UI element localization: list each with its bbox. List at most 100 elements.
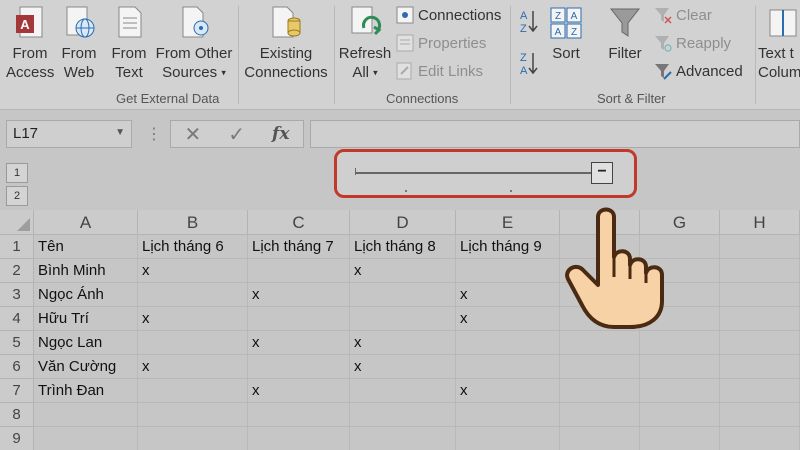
cell[interactable] [350, 283, 456, 307]
cell[interactable] [350, 307, 456, 331]
cell[interactable] [560, 355, 640, 379]
cell[interactable] [560, 403, 640, 427]
formula-input[interactable] [310, 120, 800, 148]
cell[interactable] [640, 379, 720, 403]
cell[interactable] [138, 379, 248, 403]
from-web-button[interactable]: From Web [56, 6, 102, 82]
cell[interactable]: x [456, 283, 560, 307]
cell[interactable]: Lịch tháng 7 [248, 235, 350, 259]
formula-bar-grip-icon[interactable]: ⋮ [146, 124, 162, 144]
cell[interactable]: x [248, 283, 350, 307]
cell[interactable] [720, 331, 800, 355]
row-header-4[interactable]: 4 [0, 307, 34, 331]
cell[interactable] [248, 427, 350, 450]
filter-button[interactable]: Filter [604, 6, 646, 63]
edit-links-button[interactable]: Edit Links [396, 62, 483, 80]
cell[interactable] [640, 355, 720, 379]
cell[interactable]: Tên [34, 235, 138, 259]
refresh-all-button[interactable]: Refresh All ▾ [336, 6, 394, 83]
cell[interactable]: Ngọc Lan [34, 331, 138, 355]
cell[interactable]: x [350, 355, 456, 379]
cell[interactable] [350, 427, 456, 450]
cell[interactable] [138, 283, 248, 307]
cell[interactable]: Văn Cường [34, 355, 138, 379]
row-header-8[interactable]: 8 [0, 403, 34, 427]
cell[interactable] [456, 403, 560, 427]
outline-level-1-button[interactable]: 1 [6, 163, 28, 183]
row-header-5[interactable]: 5 [0, 331, 34, 355]
cell[interactable]: x [138, 355, 248, 379]
column-header-c[interactable]: C [248, 210, 350, 235]
properties-button[interactable]: Properties [396, 34, 486, 52]
sort-z-to-a-button[interactable]: Z A [518, 50, 540, 76]
column-header-b[interactable]: B [138, 210, 248, 235]
cell[interactable] [248, 259, 350, 283]
cell[interactable] [138, 427, 248, 450]
cell[interactable] [456, 259, 560, 283]
cell[interactable]: x [248, 379, 350, 403]
cell[interactable]: x [138, 307, 248, 331]
cell[interactable] [138, 331, 248, 355]
row-header-3[interactable]: 3 [0, 283, 34, 307]
advanced-filter-button[interactable]: Advanced [654, 62, 743, 80]
outline-level-2-button[interactable]: 2 [6, 186, 28, 206]
enter-check-icon[interactable]: ✓ [228, 122, 245, 147]
cell[interactable]: Lịch tháng 8 [350, 235, 456, 259]
row-header-9[interactable]: 9 [0, 427, 34, 450]
cell[interactable] [560, 331, 640, 355]
cell[interactable]: x [350, 259, 456, 283]
name-box[interactable]: L17 ▼ [6, 120, 132, 148]
cell[interactable] [34, 403, 138, 427]
row-header-6[interactable]: 6 [0, 355, 34, 379]
column-header-a[interactable]: A [34, 210, 138, 235]
cell[interactable]: x [350, 331, 456, 355]
connections-button[interactable]: Connections [396, 6, 501, 24]
cell[interactable] [720, 379, 800, 403]
cell[interactable] [720, 259, 800, 283]
cell[interactable] [720, 235, 800, 259]
sort-button[interactable]: Z A A Z Sort [546, 6, 586, 63]
text-to-columns-button[interactable]: Text t Colum [758, 6, 800, 82]
row-header-7[interactable]: 7 [0, 379, 34, 403]
cell[interactable] [640, 403, 720, 427]
existing-connections-button[interactable]: Existing Connections [242, 6, 330, 82]
column-header-h[interactable]: H [720, 210, 800, 235]
cell[interactable] [640, 331, 720, 355]
cell[interactable]: Lịch tháng 9 [456, 235, 560, 259]
cell[interactable]: Hữu Trí [34, 307, 138, 331]
cell[interactable] [350, 379, 456, 403]
cell[interactable] [720, 355, 800, 379]
cell[interactable]: x [248, 331, 350, 355]
cell[interactable] [720, 403, 800, 427]
cell[interactable] [640, 427, 720, 450]
cancel-icon[interactable]: ✕ [185, 122, 202, 147]
clear-filter-button[interactable]: Clear [654, 6, 712, 24]
collapse-group-button[interactable]: − [591, 162, 613, 184]
cell[interactable] [560, 427, 640, 450]
from-access-button[interactable]: A From Access [6, 6, 54, 82]
cell[interactable] [720, 283, 800, 307]
row-header-2[interactable]: 2 [0, 259, 34, 283]
cell[interactable] [138, 403, 248, 427]
cell[interactable] [456, 331, 560, 355]
column-header-d[interactable]: D [350, 210, 456, 235]
cell[interactable] [720, 307, 800, 331]
cell[interactable]: Lịch tháng 6 [138, 235, 248, 259]
cell[interactable] [34, 427, 138, 450]
row-header-1[interactable]: 1 [0, 235, 34, 259]
cell[interactable] [456, 355, 560, 379]
cell[interactable]: Ngọc Ánh [34, 283, 138, 307]
sort-a-to-z-button[interactable]: A Z [518, 8, 540, 34]
cell[interactable] [456, 427, 560, 450]
cell[interactable] [248, 355, 350, 379]
cell[interactable] [248, 403, 350, 427]
cell[interactable]: x [456, 307, 560, 331]
cell[interactable] [248, 307, 350, 331]
reapply-button[interactable]: Reapply [654, 34, 731, 52]
cell[interactable] [720, 427, 800, 450]
select-all-button[interactable] [0, 210, 34, 235]
from-text-button[interactable]: From Text [106, 6, 152, 82]
cell[interactable]: x [138, 259, 248, 283]
cell[interactable]: Bình Minh [34, 259, 138, 283]
cell[interactable]: x [456, 379, 560, 403]
